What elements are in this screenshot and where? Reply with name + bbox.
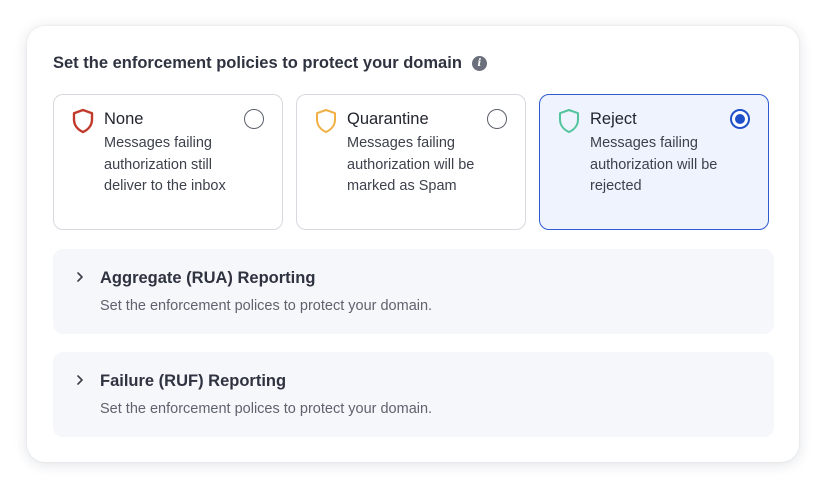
enforcement-policy-card: Set the enforcement policies to protect …: [27, 26, 799, 462]
section-title: Failure (RUF) Reporting: [100, 372, 287, 390]
section-title: Aggregate (RUA) Reporting: [100, 269, 316, 287]
policy-radio-reject[interactable]: [730, 109, 750, 129]
policy-option-title: Reject: [590, 110, 637, 128]
policy-option-none[interactable]: None Messages failing authorization stil…: [53, 94, 283, 230]
policy-radio-quarantine[interactable]: [487, 109, 507, 129]
policy-options: None Messages failing authorization stil…: [53, 94, 769, 230]
chevron-right-icon[interactable]: [73, 373, 87, 387]
failure-reporting-section[interactable]: Failure (RUF) Reporting Set the enforcem…: [53, 352, 774, 437]
policy-radio-none[interactable]: [244, 109, 264, 129]
policy-option-description: Messages failing authorization will be r…: [590, 135, 718, 194]
policy-heading: Set the enforcement policies to protect …: [53, 54, 487, 73]
policy-option-description: Messages failing authorization still del…: [104, 135, 226, 194]
policy-heading-text: Set the enforcement policies to protect …: [53, 54, 462, 72]
policy-option-title: Quarantine: [347, 110, 429, 128]
chevron-right-icon[interactable]: [73, 270, 87, 284]
shield-outline: [316, 109, 336, 133]
shield-icon: [72, 108, 94, 134]
policy-option-quarantine[interactable]: Quarantine Messages failing authorizatio…: [296, 94, 526, 230]
shield-icon: [316, 109, 336, 133]
aggregate-reporting-section[interactable]: Aggregate (RUA) Reporting Set the enforc…: [53, 249, 774, 334]
shield-outline: [72, 108, 94, 134]
shield-outline: [559, 109, 579, 133]
policy-option-description: Messages failing authorization will be m…: [347, 135, 475, 194]
policy-option-title: None: [104, 110, 144, 128]
info-icon[interactable]: i: [471, 56, 487, 71]
section-description: Set the enforcement polices to protect y…: [100, 298, 433, 314]
shield-icon: [559, 109, 579, 133]
policy-option-reject[interactable]: Reject Messages failing authorization wi…: [539, 94, 769, 230]
section-description: Set the enforcement polices to protect y…: [100, 401, 433, 417]
